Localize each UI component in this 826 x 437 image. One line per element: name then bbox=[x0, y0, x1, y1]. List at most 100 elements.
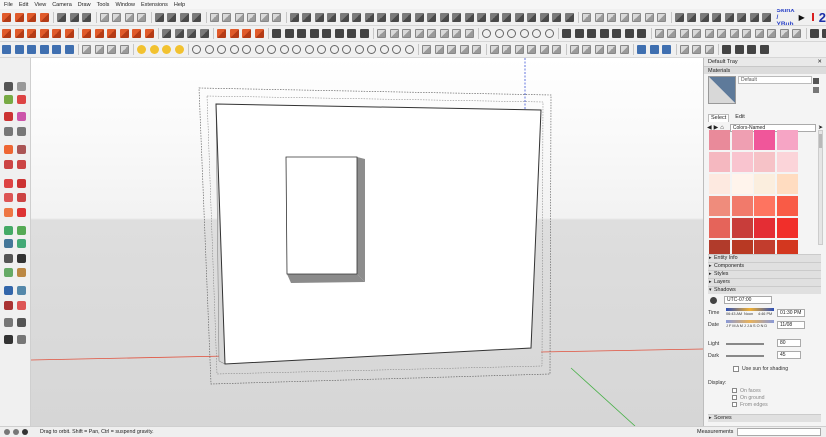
pan-icon[interactable] bbox=[729, 29, 739, 38]
text-icon[interactable] bbox=[699, 12, 709, 22]
on-faces-checkbox[interactable] bbox=[732, 388, 737, 393]
use-sun-checkbox[interactable] bbox=[733, 366, 739, 372]
rotate-icon[interactable] bbox=[4, 193, 13, 202]
component-icon[interactable] bbox=[267, 45, 276, 54]
orbit-icon[interactable] bbox=[187, 29, 196, 38]
credits-icon[interactable] bbox=[22, 429, 28, 435]
menu-camera[interactable]: Camera bbox=[52, 2, 72, 8]
pan-icon[interactable] bbox=[459, 45, 469, 54]
walk-icon[interactable] bbox=[4, 318, 13, 327]
rotate-icon[interactable] bbox=[119, 29, 129, 38]
skinx-label[interactable]: SkinX / YBub bbox=[777, 9, 795, 25]
offset-icon[interactable] bbox=[144, 29, 154, 38]
dark-slider[interactable] bbox=[726, 355, 764, 357]
paint-icon[interactable] bbox=[279, 45, 289, 54]
rectangle-icon[interactable] bbox=[4, 127, 13, 136]
look-around-icon[interactable] bbox=[519, 29, 529, 38]
pan-icon[interactable] bbox=[17, 268, 26, 277]
look-around-icon[interactable] bbox=[514, 45, 524, 54]
material-swatch[interactable] bbox=[731, 130, 753, 150]
push-pull-icon[interactable] bbox=[354, 45, 364, 54]
circle-icon[interactable] bbox=[352, 12, 361, 22]
circle-icon[interactable] bbox=[82, 29, 91, 38]
rectangle-icon[interactable] bbox=[594, 12, 604, 22]
walk-icon[interactable] bbox=[507, 29, 516, 38]
info-icon[interactable] bbox=[4, 429, 10, 435]
zoom-extents-icon[interactable] bbox=[229, 29, 239, 38]
text-icon[interactable] bbox=[17, 239, 26, 248]
paint-icon[interactable] bbox=[539, 12, 549, 22]
tape-icon[interactable] bbox=[427, 12, 436, 22]
rotate-icon[interactable] bbox=[644, 12, 654, 22]
eraser-icon[interactable] bbox=[297, 29, 306, 38]
rotate-icon[interactable] bbox=[119, 45, 129, 54]
axes-icon[interactable] bbox=[4, 254, 13, 263]
sandbox-icon[interactable] bbox=[17, 335, 26, 344]
eraser-icon[interactable] bbox=[292, 45, 301, 54]
arc-icon[interactable] bbox=[57, 12, 66, 22]
eraser-icon[interactable] bbox=[17, 95, 26, 104]
on-ground-checkbox[interactable] bbox=[732, 395, 737, 400]
text-icon[interactable] bbox=[434, 45, 444, 54]
material-swatch[interactable] bbox=[709, 174, 730, 194]
tape-icon[interactable] bbox=[167, 12, 176, 22]
polygon-icon[interactable] bbox=[17, 145, 26, 154]
pan-icon[interactable] bbox=[464, 29, 474, 38]
circle-icon[interactable] bbox=[612, 29, 621, 38]
look-around-icon[interactable] bbox=[514, 12, 524, 22]
move-icon[interactable] bbox=[112, 12, 121, 22]
material-swatch[interactable] bbox=[709, 130, 730, 150]
panel-scenes[interactable]: Scenes bbox=[708, 414, 821, 422]
material-swatch[interactable] bbox=[731, 174, 753, 194]
tape-icon[interactable] bbox=[692, 29, 701, 38]
push-pull-icon[interactable] bbox=[94, 29, 104, 38]
tab-select[interactable]: Select bbox=[708, 114, 730, 122]
panel-entity-info[interactable]: Entity Info bbox=[708, 254, 821, 262]
model-viewport[interactable] bbox=[31, 58, 703, 426]
offset-icon[interactable] bbox=[414, 12, 424, 22]
move-icon[interactable] bbox=[377, 29, 386, 38]
zoom-extents-icon[interactable] bbox=[229, 45, 239, 54]
orbit-icon[interactable] bbox=[722, 45, 731, 54]
date-field[interactable]: 11/08 bbox=[777, 321, 805, 329]
freehand-icon[interactable] bbox=[17, 112, 26, 121]
material-swatch[interactable] bbox=[731, 152, 753, 172]
offset-icon[interactable] bbox=[674, 12, 684, 22]
arc-icon[interactable] bbox=[52, 29, 61, 38]
material-swatch[interactable] bbox=[731, 196, 753, 216]
menu-view[interactable]: View bbox=[34, 2, 46, 8]
menu-help[interactable]: Help bbox=[174, 2, 185, 8]
push-pull-icon[interactable] bbox=[359, 29, 369, 38]
rectangle-icon[interactable] bbox=[64, 29, 74, 38]
menu-file[interactable]: File bbox=[4, 2, 13, 8]
paint-icon[interactable] bbox=[289, 12, 299, 22]
protractor-icon[interactable] bbox=[4, 239, 13, 248]
panel-layers[interactable]: Layers bbox=[708, 278, 821, 286]
circle-icon[interactable] bbox=[607, 45, 616, 54]
rotate-icon[interactable] bbox=[389, 29, 399, 38]
orbit-icon[interactable] bbox=[452, 12, 461, 22]
arc-icon[interactable] bbox=[582, 12, 591, 22]
from-edges-checkbox[interactable] bbox=[732, 402, 737, 407]
tape-icon[interactable] bbox=[687, 12, 696, 22]
rectangle-icon[interactable] bbox=[69, 12, 79, 22]
rotate-icon[interactable] bbox=[379, 45, 389, 54]
component-icon[interactable] bbox=[527, 12, 536, 22]
push-pull-icon[interactable] bbox=[99, 12, 109, 22]
paint-icon[interactable] bbox=[14, 29, 24, 38]
pencil-icon[interactable] bbox=[304, 45, 314, 54]
pencil-icon[interactable] bbox=[309, 29, 319, 38]
move-icon[interactable] bbox=[4, 179, 13, 188]
zoom-extents-icon[interactable] bbox=[4, 301, 13, 310]
pan-icon[interactable] bbox=[199, 29, 209, 38]
walk-icon[interactable] bbox=[242, 29, 251, 38]
light-slider[interactable] bbox=[726, 343, 764, 345]
pencil-icon[interactable] bbox=[39, 29, 49, 38]
scale-icon[interactable] bbox=[662, 45, 671, 54]
rectangle-icon[interactable] bbox=[339, 12, 349, 22]
text-icon[interactable] bbox=[439, 12, 449, 22]
circle-icon[interactable] bbox=[82, 12, 91, 22]
offset-icon[interactable] bbox=[404, 45, 414, 54]
material-swatch[interactable] bbox=[754, 130, 775, 150]
component-icon[interactable] bbox=[2, 12, 11, 22]
